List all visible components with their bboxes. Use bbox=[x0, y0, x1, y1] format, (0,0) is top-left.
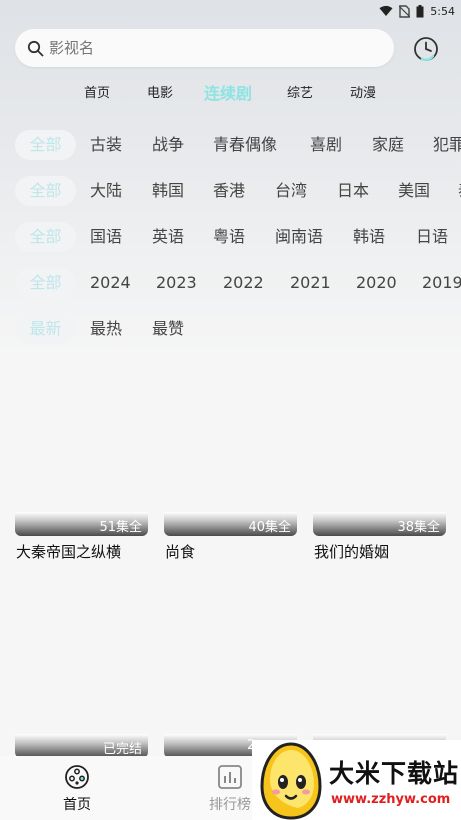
search-icon bbox=[27, 40, 44, 56]
bar-chart-icon bbox=[218, 765, 242, 789]
region-chip[interactable]: 韩国 bbox=[152, 176, 184, 206]
language-chip[interactable]: 英语 bbox=[152, 222, 184, 252]
rice-mascot-icon bbox=[260, 742, 322, 820]
watermark-logo: 大米下载站 www.zzhyw.com bbox=[252, 740, 461, 820]
region-chip[interactable]: 大陆 bbox=[90, 176, 122, 206]
language-chip[interactable]: 粤语 bbox=[213, 222, 245, 252]
genre-chip-all[interactable]: 全部 bbox=[15, 130, 76, 160]
region-chip-all[interactable]: 全部 bbox=[15, 176, 76, 206]
film-reel-icon bbox=[65, 765, 89, 789]
genre-chip[interactable]: 家庭 bbox=[372, 130, 404, 160]
sort-chip-most-liked[interactable]: 最赞 bbox=[152, 314, 184, 344]
episode-badge: 已完结 bbox=[102, 742, 142, 757]
region-chip[interactable]: 美国 bbox=[398, 176, 430, 206]
region-chip[interactable]: 日本 bbox=[337, 176, 369, 206]
tab-anime[interactable]: 动漫 bbox=[350, 80, 376, 108]
region-chip[interactable]: 台湾 bbox=[275, 176, 307, 206]
card-title: 尚食 bbox=[165, 543, 196, 561]
nav-ranking-label: 排行榜 bbox=[209, 797, 251, 813]
year-chip[interactable]: 2019 bbox=[422, 268, 461, 298]
nav-home[interactable]: 首页 bbox=[47, 764, 107, 814]
language-filter-row: 全部 国语 英语 粤语 闽南语 韩语 日语 bbox=[15, 222, 461, 252]
year-chip[interactable]: 2021 bbox=[290, 268, 331, 298]
category-tabs: 首页 电影 连续剧 综艺 动漫 bbox=[0, 80, 461, 108]
card-title: 我们的婚姻 bbox=[314, 543, 390, 561]
sort-filter-row: 最新 最热 最赞 bbox=[15, 314, 461, 344]
tab-movies[interactable]: 电影 bbox=[147, 80, 173, 108]
genre-chip[interactable]: 犯罪 bbox=[433, 130, 461, 160]
card-title: 大秦帝国之纵横 bbox=[16, 543, 122, 561]
sort-chip-latest[interactable]: 最新 bbox=[15, 314, 76, 344]
nav-ranking[interactable]: 排行榜 bbox=[200, 764, 260, 814]
genre-filter-row: 全部 古装 战争 青春偶像 喜剧 家庭 犯罪 bbox=[15, 130, 461, 160]
episode-badge: 51集全 bbox=[99, 520, 142, 535]
genre-chip[interactable]: 战争 bbox=[152, 130, 184, 160]
language-chip[interactable]: 韩语 bbox=[353, 222, 385, 252]
tab-series[interactable]: 连续剧 bbox=[204, 80, 252, 108]
language-chip[interactable]: 闽南语 bbox=[275, 222, 323, 252]
search-bar[interactable] bbox=[15, 29, 394, 67]
year-chip[interactable]: 2024 bbox=[90, 268, 131, 298]
search-input[interactable] bbox=[49, 39, 369, 57]
language-chip[interactable]: 国语 bbox=[90, 222, 122, 252]
language-chip-all[interactable]: 全部 bbox=[15, 222, 76, 252]
year-chip-all[interactable]: 全部 bbox=[15, 268, 76, 298]
status-bar: 5:54 bbox=[0, 0, 461, 22]
status-time: 5:54 bbox=[430, 4, 455, 18]
sort-chip-hottest[interactable]: 最热 bbox=[90, 314, 122, 344]
watermark-url: www.zzhyw.com bbox=[331, 792, 451, 807]
tab-home[interactable]: 首页 bbox=[84, 80, 110, 108]
wifi-icon bbox=[379, 5, 393, 16]
genre-chip[interactable]: 古装 bbox=[90, 130, 122, 160]
watermark-name: 大米下载站 bbox=[329, 759, 460, 788]
region-filter-row: 全部 大陆 韩国 香港 台湾 日本 美国 泰国 bbox=[15, 176, 461, 206]
episode-badge: 38集全 bbox=[397, 520, 440, 535]
year-chip[interactable]: 2022 bbox=[223, 268, 264, 298]
episode-badge: 40集全 bbox=[248, 520, 291, 535]
language-chip[interactable]: 日语 bbox=[416, 222, 448, 252]
year-filter-row: 全部 2024 2023 2022 2021 2020 2019 bbox=[15, 268, 461, 298]
nav-home-label: 首页 bbox=[63, 797, 91, 813]
genre-chip[interactable]: 喜剧 bbox=[310, 130, 342, 160]
genre-chip[interactable]: 青春偶像 bbox=[213, 130, 277, 160]
year-chip[interactable]: 2020 bbox=[356, 268, 397, 298]
region-chip[interactable]: 香港 bbox=[213, 176, 245, 206]
year-chip[interactable]: 2023 bbox=[156, 268, 197, 298]
battery-icon bbox=[416, 4, 424, 17]
history-icon[interactable] bbox=[413, 36, 439, 62]
no-sim-icon bbox=[399, 4, 411, 18]
tab-variety[interactable]: 综艺 bbox=[287, 80, 313, 108]
